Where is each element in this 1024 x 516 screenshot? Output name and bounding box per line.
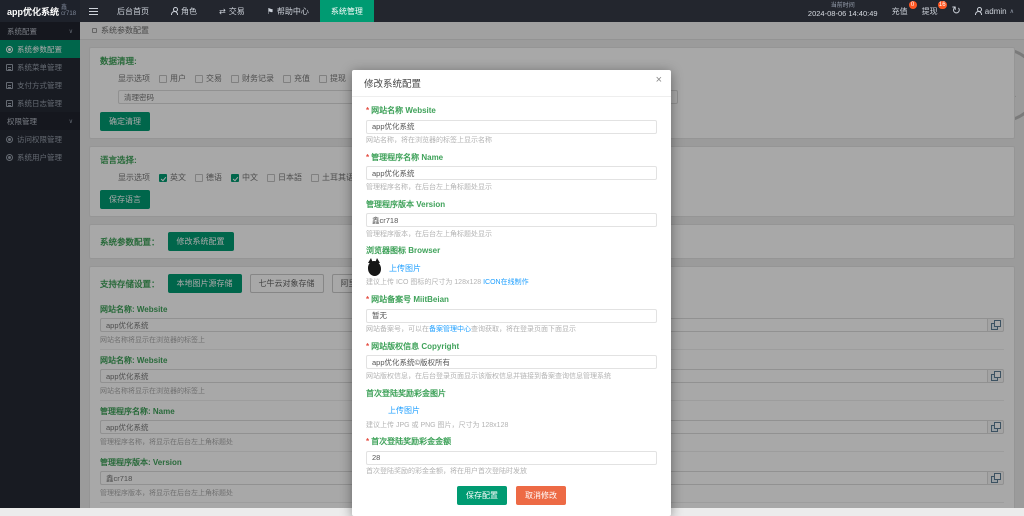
close-icon[interactable]: ×	[656, 74, 662, 86]
modal-field-website: *网站名称 Website 网站名称，将在浏览器的标签上显示名称	[366, 105, 657, 146]
icon-maker-link[interactable]: ICON在线制作	[483, 279, 529, 286]
app-version-tag: 鑫cr718	[61, 4, 77, 17]
modal-field-admin-name: *管理程序名称 Name 管理程序名称，在后台左上角标题处显示	[366, 152, 657, 193]
topbar: app优化系统 鑫cr718 后台首页 角色 ⇄ 交易 ⚑ 帮助中心 系统管理 当前…	[0, 0, 1024, 22]
upload-image-link[interactable]: 上传图片	[389, 263, 421, 274]
modal-title: 修改系统配置	[352, 70, 671, 97]
tab-system-management[interactable]: 系统管理	[319, 0, 374, 22]
recharge-button[interactable]: 充值 0	[892, 0, 917, 17]
app-title: app优化系统	[7, 6, 60, 17]
modal-field-bonus-image: 首次登陆奖励彩金图片 上传图片 建议上传 JPG 或 PNG 图片，尺寸为 12…	[366, 388, 657, 431]
field-help: 建议上传 ICO 图标的尺寸为 128x128 ICON在线制作	[366, 279, 529, 287]
flag-icon: ⚑	[266, 6, 274, 16]
user-menu[interactable]: admin ∧	[974, 7, 1014, 16]
modal-version-input[interactable]	[366, 213, 657, 227]
required-asterisk: *	[366, 106, 370, 115]
modal-field-version: 管理程序版本 Version 管理程序版本，在后台左上角标题处显示	[366, 199, 657, 240]
field-help: 网站版权信息，在后台登录页面显示该版权信息并链接到备案查询信息管理系统	[366, 372, 611, 380]
required-asterisk: *	[366, 341, 370, 351]
current-time: 当前时间 2024-08-06 14:40:49	[807, 3, 878, 19]
beian-center-link[interactable]: 备案管理中心	[429, 326, 471, 333]
modal-field-miitbeian: *网站备案号 MiitBeian 网站备案号，可以在备案管理中心查询获取，将在登…	[366, 294, 657, 335]
required-asterisk: *	[366, 152, 370, 162]
person-icon	[171, 7, 178, 15]
field-help: 建议上传 JPG 或 PNG 图片，尺寸为 128x128	[366, 421, 509, 429]
chevron-up-icon: ∧	[1009, 8, 1014, 15]
field-help: 首次登陆奖励的彩金金额，将在用户首次登陆时发放	[366, 468, 527, 476]
modal-field-bonus-amount: *首次登陆奖励彩金金额 首次登陆奖励的彩金金额，将在用户首次登陆时发放	[366, 436, 657, 477]
tab-trade[interactable]: ⇄ 交易	[208, 0, 256, 22]
app-logo: app优化系统 鑫cr718	[0, 0, 80, 22]
modal-website-input[interactable]	[366, 119, 657, 134]
field-help: 网站名称，将在浏览器的标签上显示名称	[366, 137, 492, 144]
field-help: 管理程序名称，在后台左上角标题处显示	[366, 183, 492, 191]
save-config-button[interactable]: 保存配置	[457, 486, 507, 505]
modal-admin-name-input[interactable]	[366, 166, 657, 181]
withdraw-button[interactable]: 提现 16	[922, 0, 947, 17]
tab-dashboard[interactable]: 后台首页	[106, 0, 160, 22]
modify-system-config-modal: 修改系统配置 × *网站名称 Website 网站名称，将在浏览器的标签上显示名…	[352, 70, 671, 516]
required-asterisk: *	[366, 437, 370, 447]
hamburger-icon[interactable]	[80, 0, 106, 22]
recharge-badge: 0	[908, 0, 917, 9]
required-asterisk: *	[366, 295, 370, 304]
cancel-modify-button[interactable]: 取消修改	[516, 486, 566, 505]
tab-help-center[interactable]: ⚑ 帮助中心	[256, 0, 320, 22]
modal-bonus-amount-input[interactable]	[366, 450, 657, 465]
withdraw-badge: 16	[937, 0, 947, 9]
modal-miitbeian-input[interactable]	[366, 308, 657, 323]
field-help: 网站备案号，可以在备案管理中心查询获取，将在登录页面下面显示	[366, 326, 576, 333]
modal-field-browser-icon: 浏览器图标 Browser 上传图片 建议上传 ICO 图标的尺寸为 128x1…	[366, 245, 657, 288]
user-icon	[974, 7, 982, 15]
upload-image-link[interactable]: 上传图片	[388, 405, 420, 416]
refresh-icon[interactable]: ↻	[952, 5, 961, 17]
modal-copyright-input[interactable]	[366, 355, 657, 370]
field-help: 管理程序版本，在后台左上角标题处显示	[366, 230, 492, 238]
browser-favicon-preview	[368, 257, 381, 276]
trade-icon: ⇄	[219, 6, 226, 16]
tab-roles[interactable]: 角色	[160, 0, 208, 22]
top-menu: 后台首页 角色 ⇄ 交易 ⚑ 帮助中心 系统管理	[106, 0, 374, 22]
modal-field-copyright: *网站版权信息 Copyright 网站版权信息，在后台登录页面显示该版权信息并…	[366, 341, 657, 382]
